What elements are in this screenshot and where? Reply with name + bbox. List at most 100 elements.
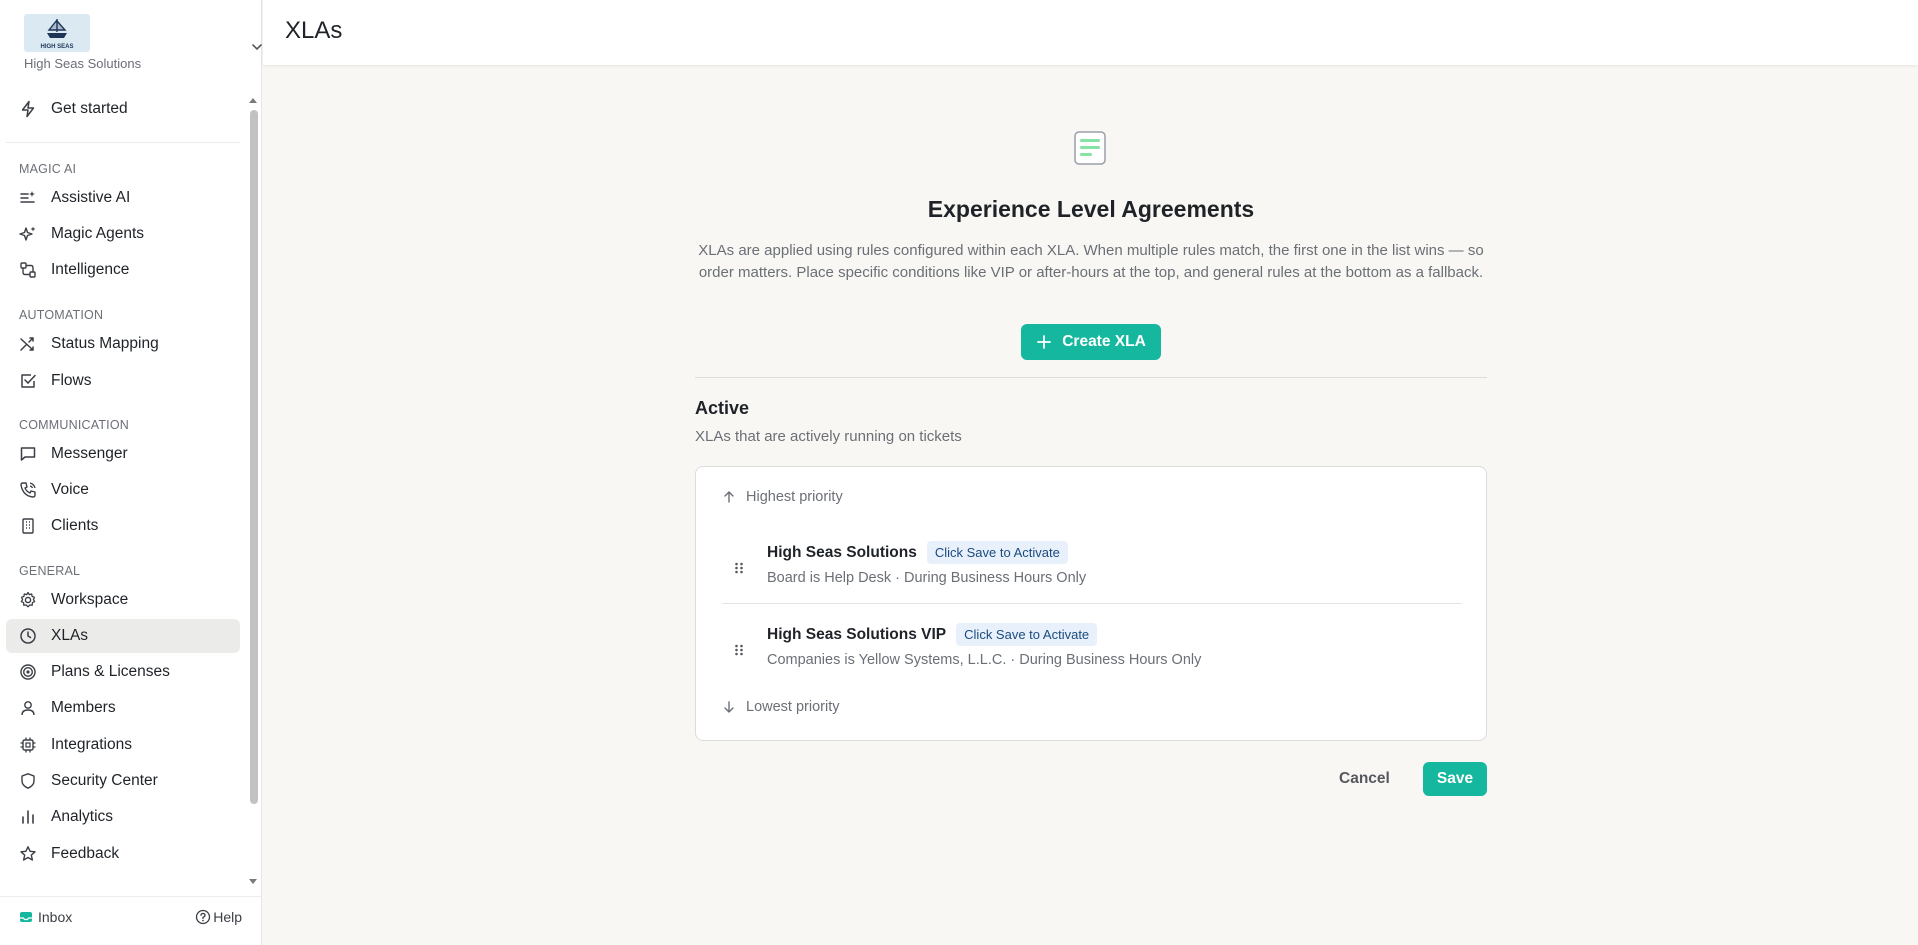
lightning-icon <box>21 100 35 118</box>
save-button[interactable]: Save <box>1423 762 1487 796</box>
target-icon <box>20 664 36 680</box>
sidebar-item-label: Plans & Licenses <box>51 663 170 680</box>
sidebar-item-label: Security Center <box>51 772 158 789</box>
xla-name: High Seas Solutions VIP <box>767 625 947 643</box>
sidebar-item-label: Integrations <box>51 736 132 753</box>
help-icon <box>196 909 211 925</box>
phone-icon <box>20 482 36 498</box>
shield-icon <box>21 773 35 789</box>
sparkles-icon <box>19 226 36 241</box>
gear-icon <box>20 591 36 608</box>
create-xla-label: Create XLA <box>1062 333 1146 350</box>
priority-label-text: Lowest priority <box>746 699 840 715</box>
org-name: High Seas Solutions <box>24 56 142 71</box>
lowest-priority-label: Lowest priority <box>722 699 839 715</box>
arrow-down-icon <box>724 701 734 713</box>
sidebar-item-clients[interactable]: Clients <box>6 509 240 543</box>
xla-row[interactable]: High Seas Solutions VIP Click Save to Ac… <box>722 613 1462 685</box>
sidebar-item-label: Clients <box>51 517 99 534</box>
clock-icon <box>20 628 36 644</box>
ship-icon <box>47 19 67 38</box>
priority-label-text: Highest priority <box>746 489 843 505</box>
sidebar-item-security[interactable]: Security Center <box>6 764 240 798</box>
xla-name: High Seas Solutions <box>767 543 917 561</box>
inbox-label: Inbox <box>38 909 73 925</box>
sidebar-item-label: Feedback <box>51 845 120 862</box>
sidebar-item-members[interactable]: Members <box>6 691 240 725</box>
sidebar-item-label: Intelligence <box>51 261 130 278</box>
sidebar-item-label: Assistive AI <box>51 189 131 206</box>
brain-icon <box>20 262 36 278</box>
user-icon <box>21 701 35 716</box>
inbox-icon <box>20 912 32 922</box>
shuffle-icon <box>20 337 34 351</box>
sidebar-footer: Inbox Help <box>0 896 262 944</box>
sidebar-item-label: Get started <box>51 100 128 117</box>
scroll-up-icon[interactable] <box>248 96 258 106</box>
org-logo: HIGH SEAS <box>24 14 90 52</box>
plus-icon <box>1037 335 1052 349</box>
sidebar-item-label: Flows <box>51 372 92 389</box>
hero-description: XLAs are applied using rules configured … <box>698 242 1484 281</box>
sidebar-item-integrations[interactable]: Integrations <box>6 728 240 762</box>
status-badge: Click Save to Activate <box>926 541 1068 564</box>
xla-row-title: High Seas Solutions VIP Click Save to Ac… <box>767 623 1098 646</box>
sidebar-item-voice[interactable]: Voice <box>6 473 240 507</box>
sidebar-item-intelligence[interactable]: Intelligence <box>6 253 240 287</box>
sidebar-item-label: Workspace <box>51 591 129 608</box>
sparkle-list-icon <box>20 191 35 203</box>
sidebar-item-analytics[interactable]: Analytics <box>6 800 240 834</box>
xla-priority-list: Highest priority High Seas Solutions Cli… <box>695 466 1487 741</box>
sidebar-item-assistive-ai[interactable]: Assistive AI <box>6 181 240 215</box>
help-label: Help <box>213 909 242 925</box>
xla-conditions: Board is Help Desk · During Business Hou… <box>767 570 1087 586</box>
sidebar-item-label: Analytics <box>51 808 114 825</box>
sidebar-nav: Get started MAGIC AI Assistive AI Magic … <box>6 92 240 886</box>
sidebar-item-status-mapping[interactable]: Status Mapping <box>6 327 240 361</box>
hero-title: Experience Level Agreements <box>927 196 1255 222</box>
sidebar-item-label: Magic Agents <box>51 225 145 242</box>
help-link[interactable]: Help <box>195 909 242 925</box>
section-general: GENERAL <box>19 564 81 578</box>
sidebar-item-xlas[interactable]: XLAs <box>6 619 240 653</box>
sidebar-item-label: XLAs <box>51 627 89 644</box>
scroll-thumb[interactable] <box>250 110 258 804</box>
chip-icon <box>20 737 36 753</box>
checkbox-icon <box>21 374 36 388</box>
sidebar-item-magic-agents[interactable]: Magic Agents <box>6 217 240 251</box>
section-automation: AUTOMATION <box>19 308 104 322</box>
sidebar-item-plans[interactable]: Plans & Licenses <box>6 655 240 689</box>
section-communication: COMMUNICATION <box>19 418 129 432</box>
inbox-link[interactable]: Inbox <box>18 909 72 925</box>
xla-conditions: Companies is Yellow Systems, L.L.C. · Du… <box>767 652 1202 668</box>
org-switcher[interactable]: HIGH SEAS High Seas Solutions <box>24 14 262 72</box>
create-xla-button[interactable]: Create XLA <box>1021 324 1161 360</box>
cancel-button[interactable]: Cancel <box>1333 762 1396 796</box>
chevron-down-icon[interactable] <box>250 40 264 54</box>
xla-row[interactable]: High Seas Solutions Click Save to Activa… <box>722 531 1462 603</box>
divider <box>695 377 1487 378</box>
drag-handle-icon[interactable] <box>732 561 746 575</box>
chat-icon <box>20 447 36 461</box>
sidebar-item-workspace[interactable]: Workspace <box>6 583 240 617</box>
section-magic-ai: MAGIC AI <box>19 162 77 176</box>
sidebar-item-label: Members <box>51 699 116 716</box>
sidebar-item-messenger[interactable]: Messenger <box>6 437 240 471</box>
document-list-icon <box>1074 131 1106 165</box>
sidebar-item-label: Status Mapping <box>51 335 159 352</box>
page-title: XLAs <box>285 17 343 44</box>
scroll-down-icon[interactable] <box>248 876 258 886</box>
status-badge: Click Save to Activate <box>956 623 1098 646</box>
sidebar: HIGH SEAS High Seas Solutions Get starte… <box>0 0 262 945</box>
sidebar-item-feedback[interactable]: Feedback <box>6 837 240 871</box>
active-section-subtitle: XLAs that are actively running on ticket… <box>695 428 962 445</box>
org-logo-text: HIGH SEAS <box>40 44 74 50</box>
sidebar-item-get-started[interactable]: Get started <box>6 92 240 126</box>
drag-handle-icon[interactable] <box>732 643 746 657</box>
arrow-up-icon <box>724 491 734 503</box>
sidebar-item-flows[interactable]: Flows <box>6 364 240 398</box>
sidebar-scrollbar[interactable] <box>248 96 258 886</box>
divider <box>6 142 240 143</box>
xla-row-title: High Seas Solutions Click Save to Activa… <box>767 541 1068 564</box>
star-icon <box>20 846 36 861</box>
